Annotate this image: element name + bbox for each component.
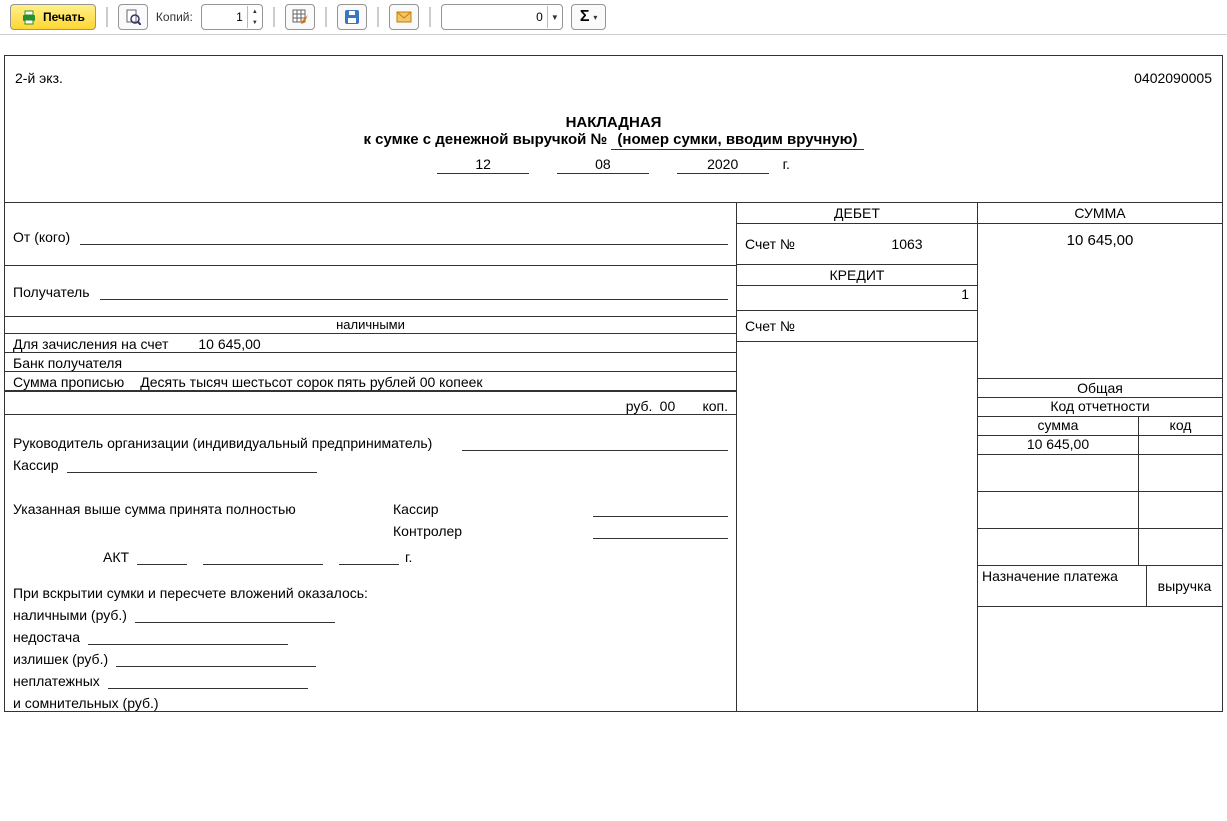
copies-value: 1 — [202, 10, 247, 24]
total-sum-value: 10 645,00 — [978, 436, 1139, 454]
save-button[interactable] — [337, 4, 367, 30]
sum-value: 10 645,00 — [978, 224, 1222, 378]
separator — [106, 7, 108, 27]
dropdown-icon: ▼ — [547, 6, 562, 28]
left-panel: От (кого) Получатель наличными Для зачис… — [5, 203, 737, 711]
print-button[interactable]: Печать — [10, 4, 96, 30]
diskette-icon — [344, 9, 360, 25]
doc-title: НАКЛАДНАЯ — [5, 114, 1222, 131]
spinner-arrows[interactable]: ▲▼ — [247, 6, 262, 28]
doc-subtitle: к сумке с денежной выручкой № (номер сум… — [5, 131, 1222, 150]
debit-account: 1063 — [867, 236, 947, 252]
separator — [325, 7, 327, 27]
purpose-value: выручка — [1147, 566, 1222, 606]
credit-header: КРЕДИТ — [737, 264, 977, 286]
date-year: 2020 — [677, 156, 769, 174]
page-magnifier-icon — [125, 9, 141, 25]
cashier-sign — [67, 454, 317, 473]
copies-label: Копий: — [156, 10, 193, 24]
accepted-label: Указанная выше сумма принята полностью — [13, 501, 393, 517]
preview-button[interactable] — [118, 4, 148, 30]
recipient-value — [100, 281, 728, 300]
separator — [429, 7, 431, 27]
bank-label: Банк получателя — [13, 355, 122, 371]
line-cash: наличными (руб.) — [13, 607, 127, 623]
line-nonpay: неплатежных — [13, 673, 100, 689]
separator — [377, 7, 379, 27]
print-label: Печать — [43, 10, 85, 24]
credit-to-label: Для зачисления на счет — [13, 336, 168, 352]
number-value: 0 — [442, 10, 547, 24]
document: 2-й экз. 0402090005 НАКЛАДНАЯ к сумке с … — [4, 55, 1223, 712]
line-short: недостача — [13, 629, 80, 645]
manager-label: Руководитель организации (индивидуальный… — [13, 435, 432, 451]
credit-one: 1 — [737, 286, 977, 311]
separator — [273, 7, 275, 27]
sigma-button[interactable]: Σ ▾ — [571, 4, 607, 30]
form-code: 0402090005 — [1134, 70, 1212, 86]
sum-words-label: Сумма прописью — [13, 374, 124, 390]
open-label: При вскрытии сумки и пересчете вложений … — [13, 585, 368, 601]
line-doubt: и сомнительных (руб.) — [13, 695, 159, 711]
total-label: Общая — [978, 378, 1222, 397]
act-label: АКТ — [103, 549, 129, 565]
sigma-icon: Σ — [580, 8, 590, 26]
purpose-label: Назначение платежа — [978, 566, 1147, 606]
credit-amount: 10 645,00 — [198, 336, 260, 352]
dropdown-icon: ▾ — [593, 13, 597, 22]
sum-header: СУММА — [978, 203, 1222, 224]
date-row: 12 08 2020 г. — [5, 156, 1222, 174]
toolbar: Печать Копий: 1 ▲▼ 0 ▼ Σ ▾ — [0, 0, 1227, 35]
bag-number: (номер сумки, вводим вручную) — [611, 131, 863, 150]
number-combo[interactable]: 0 ▼ — [441, 4, 563, 30]
date-day: 12 — [437, 156, 529, 174]
debit-header: ДЕБЕТ — [737, 203, 977, 224]
printer-icon — [21, 9, 37, 25]
copy-label: 2-й экз. — [15, 70, 1134, 86]
manager-sign — [462, 432, 728, 451]
table-pencil-icon — [292, 9, 308, 25]
date-month: 08 — [557, 156, 649, 174]
from-value — [80, 226, 728, 245]
copies-spinner[interactable]: 1 ▲▼ — [201, 4, 263, 30]
sum-words-value: Десять тысяч шестьсот сорок пять рублей … — [140, 374, 482, 390]
from-label: От (кого) — [13, 229, 70, 245]
edit-table-button[interactable] — [285, 4, 315, 30]
envelope-icon — [396, 9, 412, 25]
account-column: ДЕБЕТ Счет № 1063 КРЕДИТ 1 Счет № — [737, 203, 978, 711]
email-button[interactable] — [389, 4, 419, 30]
line-excess: излишек (руб.) — [13, 651, 108, 667]
recipient-label: Получатель — [13, 284, 90, 300]
cashier-label: Кассир — [13, 457, 59, 473]
sum-column: СУММА 10 645,00 Общая Код отчетности сум… — [978, 203, 1222, 711]
signatures-block: Руководитель организации (индивидуальный… — [5, 414, 736, 711]
cash-label: наличными — [5, 316, 736, 334]
